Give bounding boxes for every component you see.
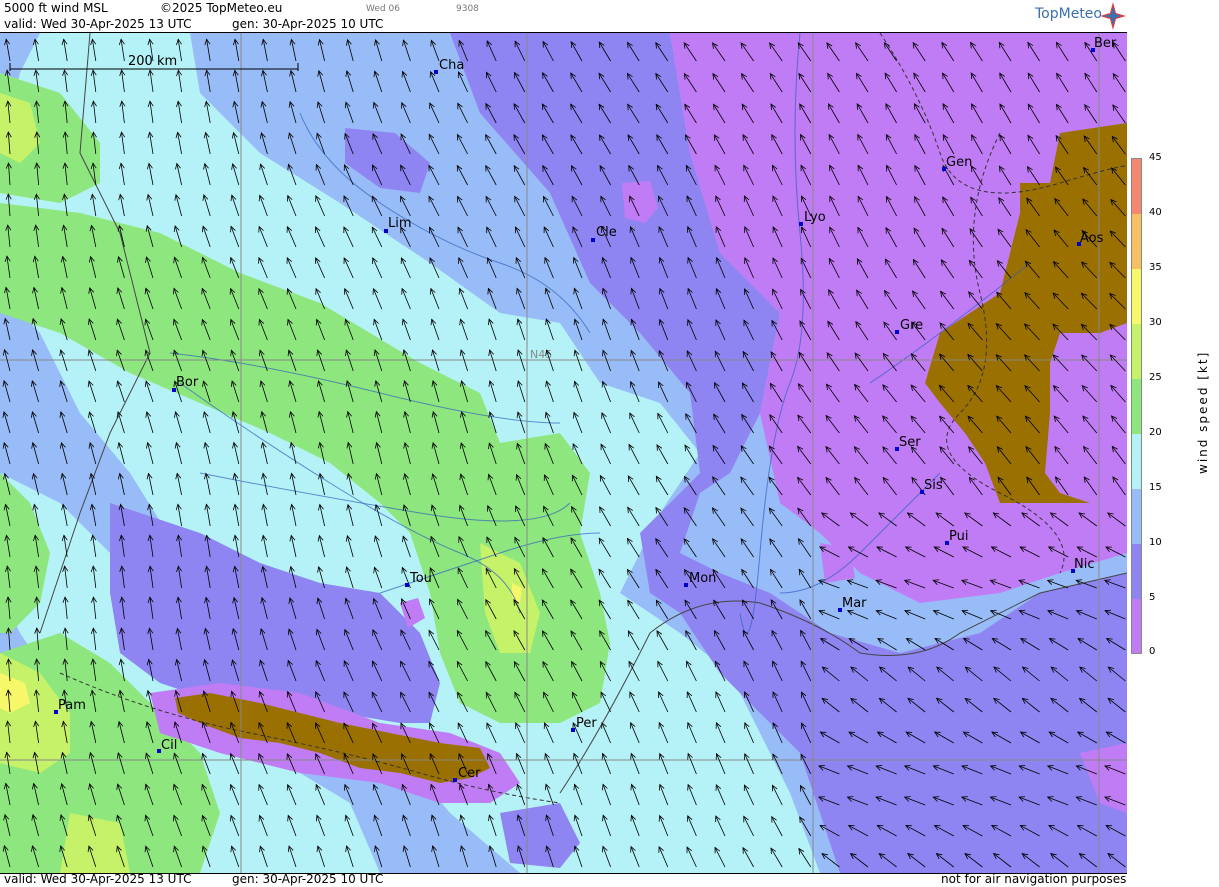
legend-band-5-10 xyxy=(1132,544,1141,599)
disclaimer: not for air navigation purposes xyxy=(941,872,1127,886)
legend-tick: 5 xyxy=(1149,592,1156,603)
svg-text:Nic: Nic xyxy=(1074,557,1094,572)
topmeteo-logo[interactable]: TopMeteo xyxy=(1035,6,1102,22)
city-aos[interactable]: Aos xyxy=(1077,231,1104,246)
footer-gen-time: gen: 30-Apr-2025 10 UTC xyxy=(232,872,384,886)
legend-band-10-15 xyxy=(1132,489,1141,544)
city-nic[interactable]: Nic xyxy=(1071,557,1094,573)
svg-text:Bor: Bor xyxy=(176,375,199,390)
city-bor[interactable]: Bor xyxy=(172,375,199,392)
legend-tick: 45 xyxy=(1149,152,1162,163)
svg-text:Pui: Pui xyxy=(949,529,968,544)
day-small: Wed 06 xyxy=(366,4,400,14)
city-ser[interactable]: Ser xyxy=(895,435,921,451)
legend-band-30-35 xyxy=(1132,269,1141,324)
city-tou[interactable]: Tou xyxy=(405,571,432,587)
legend-tick: 10 xyxy=(1149,537,1162,548)
svg-text:Ber: Ber xyxy=(1094,36,1117,51)
city-sis[interactable]: Sis xyxy=(920,478,943,494)
legend-tick: 20 xyxy=(1149,427,1162,438)
svg-text:Tou: Tou xyxy=(409,571,432,586)
legend-band-15-20 xyxy=(1132,434,1141,489)
valid-time: valid: Wed 30-Apr-2025 13 UTC xyxy=(4,17,192,31)
svg-text:Gen: Gen xyxy=(946,155,972,170)
legend-band-25-30 xyxy=(1132,324,1141,379)
svg-text:Per: Per xyxy=(576,716,597,731)
city-cil[interactable]: Cil xyxy=(157,738,177,753)
svg-text:Mon: Mon xyxy=(689,571,716,586)
city-cer[interactable]: Cer xyxy=(453,766,481,782)
city-pui[interactable]: Pui xyxy=(945,529,968,545)
city-mar[interactable]: Mar xyxy=(838,596,867,612)
svg-text:Cer: Cer xyxy=(458,766,481,781)
wind-map[interactable]: N45 200 km Cha Lim Cle Lyo Gen Ber Aos G… xyxy=(0,32,1127,874)
svg-text:Aos: Aos xyxy=(1080,231,1104,246)
city-ber[interactable]: Ber xyxy=(1091,36,1117,52)
legend-tick: 0 xyxy=(1149,646,1156,657)
svg-text:Mar: Mar xyxy=(842,596,867,611)
scale-bar-label: 200 km xyxy=(128,54,177,69)
legend-tick: 25 xyxy=(1149,372,1162,383)
legend-tick: 30 xyxy=(1149,317,1162,328)
svg-text:Cle: Cle xyxy=(596,225,617,240)
svg-text:Lyo: Lyo xyxy=(804,210,826,225)
svg-text:Cil: Cil xyxy=(161,738,177,753)
city-mon[interactable]: Mon xyxy=(684,571,716,587)
legend-title: wind speed [kt] xyxy=(1196,350,1210,474)
legend-tick: 15 xyxy=(1149,482,1162,493)
city-pam[interactable]: Pam xyxy=(54,698,86,714)
legend-band-40-45 xyxy=(1132,159,1141,214)
compass-star-icon xyxy=(1100,2,1126,30)
svg-text:Ser: Ser xyxy=(899,435,921,450)
city-lim[interactable]: Lim xyxy=(384,216,412,233)
gen-time: gen: 30-Apr-2025 10 UTC xyxy=(232,17,384,31)
legend-band-20-25 xyxy=(1132,379,1141,434)
city-gen[interactable]: Gen xyxy=(942,155,972,171)
lat-label-n45: N45 xyxy=(530,348,552,361)
city-gre[interactable]: Gre xyxy=(895,318,923,334)
footer-valid-time: valid: Wed 30-Apr-2025 13 UTC xyxy=(4,872,192,886)
svg-text:Lim: Lim xyxy=(388,216,412,231)
svg-text:Cha: Cha xyxy=(439,58,464,73)
copyright: ©2025 TopMeteo.eu xyxy=(160,1,283,15)
svg-text:Sis: Sis xyxy=(924,478,943,493)
svg-text:Pam: Pam xyxy=(58,698,86,713)
map-title: 5000 ft wind MSL xyxy=(4,1,108,15)
legend-tick: 35 xyxy=(1149,262,1162,273)
city-cha[interactable]: Cha xyxy=(434,58,464,74)
legend-band-0-5 xyxy=(1132,599,1141,653)
legend-band-35-40 xyxy=(1132,214,1141,269)
svg-text:Gre: Gre xyxy=(900,318,923,333)
code-small: 9308 xyxy=(456,4,479,14)
legend-tick: 40 xyxy=(1149,207,1162,218)
wind-speed-legend xyxy=(1131,158,1142,654)
